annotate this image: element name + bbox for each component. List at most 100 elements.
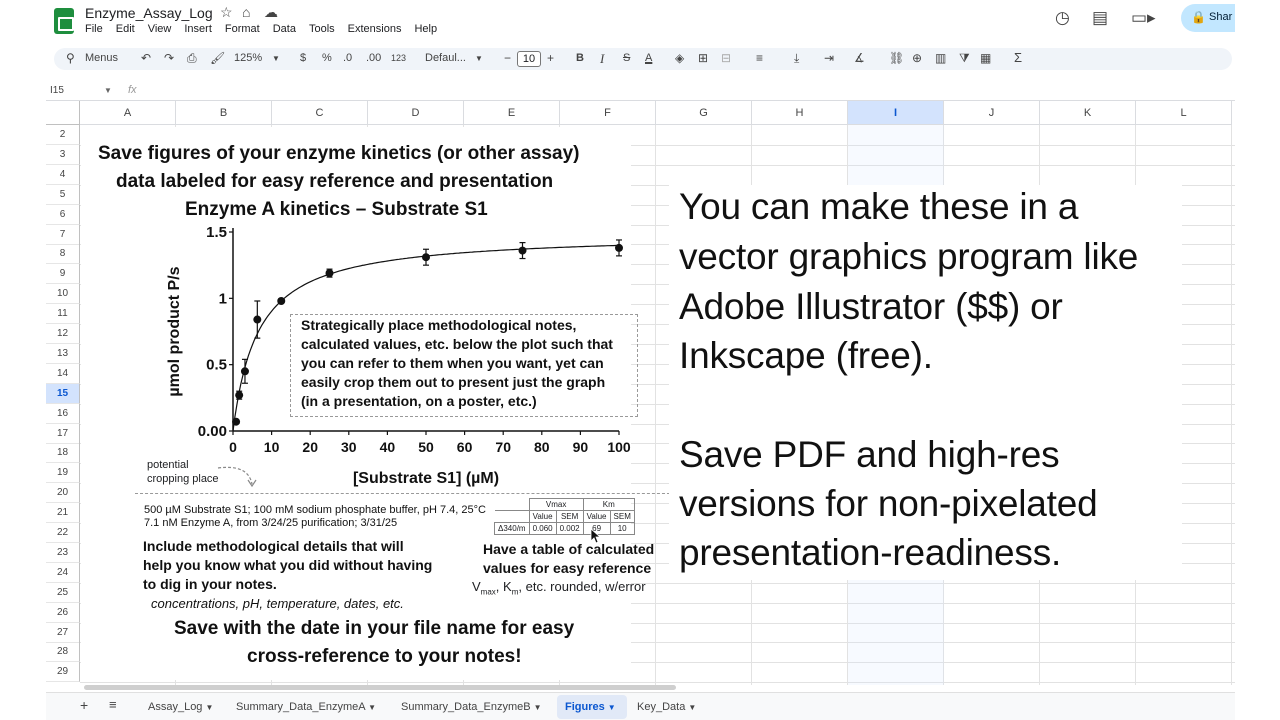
decrease-decimal-button[interactable]: .0: [343, 52, 352, 64]
row-header-13[interactable]: 13: [46, 343, 80, 364]
row-header-7[interactable]: 7: [46, 224, 80, 245]
menu-format[interactable]: Format: [225, 23, 260, 35]
column-header-i[interactable]: I: [848, 101, 944, 125]
merge-cells-icon[interactable]: ⊟: [721, 51, 731, 65]
row-header-11[interactable]: 11: [46, 304, 80, 325]
tab-summary-data-enzyme-a[interactable]: Summary_Data_EnzymeA ▼: [236, 701, 376, 713]
strikethrough-button[interactable]: S: [623, 52, 630, 64]
history-icon[interactable]: ◷: [1055, 8, 1070, 28]
text-rotation-icon[interactable]: ∡: [854, 51, 865, 65]
print-icon[interactable]: ⎙: [187, 51, 197, 66]
font-size-increase-icon[interactable]: +: [547, 51, 554, 65]
menu-file[interactable]: File: [85, 23, 103, 35]
add-sheet-icon[interactable]: +: [80, 697, 88, 713]
search-menus-label[interactable]: Menus: [85, 52, 118, 64]
insert-comment-icon[interactable]: ⊕: [912, 51, 922, 65]
star-icon[interactable]: ☆: [220, 4, 233, 21]
row-header-10[interactable]: 10: [46, 284, 80, 305]
row-header-6[interactable]: 6: [46, 204, 80, 225]
figure-image[interactable]: Save figures of your enzyme kinetics (or…: [81, 127, 675, 680]
select-all-corner[interactable]: [46, 101, 80, 125]
undo-icon[interactable]: ↶: [141, 51, 151, 65]
number-format-button[interactable]: 123: [391, 53, 406, 63]
row-header-22[interactable]: 22: [46, 523, 80, 543]
percent-format-button[interactable]: %: [322, 52, 332, 64]
menu-help[interactable]: Help: [414, 23, 437, 35]
row-header-21[interactable]: 21: [46, 503, 80, 524]
row-header-14[interactable]: 14: [46, 363, 80, 384]
column-header-k[interactable]: K: [1040, 101, 1136, 125]
italic-button[interactable]: I: [600, 51, 604, 67]
paint-format-icon[interactable]: 🖌: [210, 51, 225, 65]
bold-button[interactable]: B: [576, 52, 584, 64]
column-header-h[interactable]: H: [752, 101, 848, 125]
document-title[interactable]: Enzyme_Assay_Log: [85, 5, 213, 21]
move-folder-icon[interactable]: ⌂: [242, 4, 250, 20]
menu-edit[interactable]: Edit: [116, 23, 135, 35]
menu-data[interactable]: Data: [273, 23, 296, 35]
zoom-select[interactable]: 125%: [234, 52, 262, 64]
column-header-c[interactable]: C: [272, 101, 368, 125]
column-header-f[interactable]: F: [560, 101, 656, 125]
filter-views-icon[interactable]: ▦: [980, 51, 991, 65]
row-header-20[interactable]: 20: [46, 483, 80, 504]
row-header-29[interactable]: 29: [46, 662, 80, 683]
name-box-chevron-down-icon[interactable]: ▼: [104, 86, 112, 95]
meet-video-icon[interactable]: ▭▸: [1131, 8, 1156, 28]
row-header-23[interactable]: 23: [46, 542, 80, 563]
redo-icon[interactable]: ↷: [164, 51, 174, 65]
row-header-28[interactable]: 28: [46, 642, 80, 663]
text-wrap-icon[interactable]: ⇥: [824, 51, 834, 65]
menu-insert[interactable]: Insert: [184, 23, 212, 35]
font-select[interactable]: Defaul...: [425, 52, 466, 64]
row-header-16[interactable]: 16: [46, 403, 80, 424]
increase-decimal-button[interactable]: .00: [366, 52, 381, 64]
zoom-chevron-down-icon[interactable]: ▼: [272, 54, 280, 63]
currency-format-button[interactable]: $: [300, 52, 306, 64]
column-header-e[interactable]: E: [464, 101, 560, 125]
fill-color-icon[interactable]: ◈: [675, 51, 684, 65]
row-header-4[interactable]: 4: [46, 164, 80, 185]
row-header-27[interactable]: 27: [46, 622, 80, 643]
search-menus-icon[interactable]: ⚲: [66, 51, 75, 65]
row-header-8[interactable]: 8: [46, 244, 80, 265]
horizontal-scrollbar[interactable]: [84, 685, 676, 690]
insert-link-icon[interactable]: ⛓: [889, 51, 904, 65]
column-header-a[interactable]: A: [80, 101, 176, 125]
functions-button[interactable]: Σ: [1014, 50, 1022, 65]
tab-summary-data-enzyme-b[interactable]: Summary_Data_EnzymeB ▼: [401, 701, 542, 713]
text-color-button[interactable]: A: [645, 52, 652, 64]
row-header-12[interactable]: 12: [46, 324, 80, 344]
row-header-5[interactable]: 5: [46, 184, 80, 205]
name-box[interactable]: I15: [50, 85, 64, 96]
tab-figures[interactable]: Figures ▼: [565, 701, 616, 713]
menu-extensions[interactable]: Extensions: [348, 23, 402, 35]
row-header-25[interactable]: 25: [46, 582, 80, 603]
menu-tools[interactable]: Tools: [309, 23, 335, 35]
sheets-logo-icon[interactable]: [54, 8, 74, 34]
vertical-align-icon[interactable]: ⤓: [794, 51, 799, 66]
row-header-26[interactable]: 26: [46, 602, 80, 623]
font-size-input[interactable]: 10: [517, 51, 541, 67]
column-header-d[interactable]: D: [368, 101, 464, 125]
column-header-j[interactable]: J: [944, 101, 1040, 125]
share-button[interactable]: 🔒 Shar: [1181, 4, 1235, 32]
row-header-19[interactable]: 19: [46, 463, 80, 484]
column-header-g[interactable]: G: [656, 101, 752, 125]
horizontal-align-icon[interactable]: ≡: [756, 51, 763, 65]
comments-icon[interactable]: ▤: [1092, 8, 1108, 28]
row-header-2[interactable]: 2: [46, 125, 80, 145]
row-header-17[interactable]: 17: [46, 423, 80, 444]
borders-icon[interactable]: ⊞: [698, 51, 708, 65]
row-header-15[interactable]: 15: [46, 383, 80, 404]
column-header-b[interactable]: B: [176, 101, 272, 125]
tab-assay-log[interactable]: Assay_Log ▼: [148, 701, 213, 713]
menu-view[interactable]: View: [148, 23, 172, 35]
column-header-l[interactable]: L: [1136, 101, 1232, 125]
row-header-24[interactable]: 24: [46, 562, 80, 583]
insert-chart-icon[interactable]: ▥: [935, 51, 946, 65]
row-header-18[interactable]: 18: [46, 443, 80, 464]
tab-key-data[interactable]: Key_Data ▼: [637, 701, 696, 713]
row-header-9[interactable]: 9: [46, 264, 80, 285]
all-sheets-icon[interactable]: ≡: [109, 697, 117, 712]
